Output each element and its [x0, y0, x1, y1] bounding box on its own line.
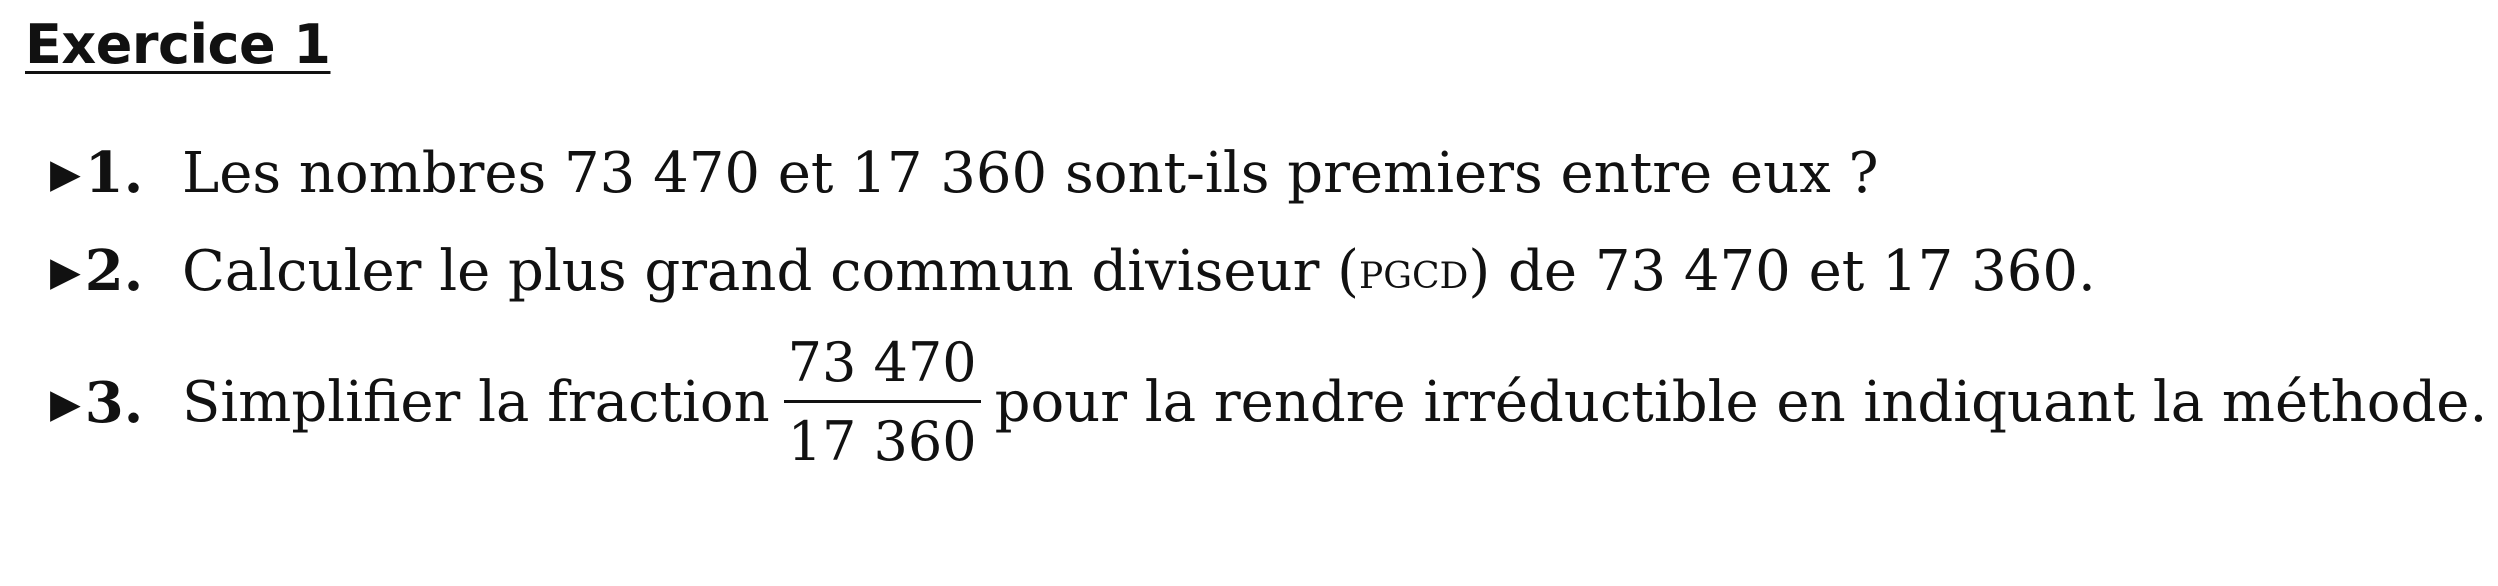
question-number: 2.	[84, 238, 144, 304]
question-3-text-after: pour la rendre irréductible en indiquant…	[994, 370, 2488, 435]
question-3-text-before: Simplifier la fraction	[182, 370, 770, 435]
question-2-marker: ▶ 2.	[50, 238, 182, 304]
question-1: ▶ 1. Les nombres 73 470 et 17 360 sont-i…	[50, 140, 1879, 206]
fraction-denominator: 17 360	[787, 410, 977, 473]
question-1-text: Les nombres 73 470 et 17 360 sont-ils pr…	[182, 140, 1879, 206]
question-3-marker: ▶ 3.	[50, 370, 182, 436]
triangle-bullet-icon: ▶	[50, 380, 81, 427]
triangle-bullet-icon: ▶	[50, 151, 81, 197]
triangle-bullet-icon: ▶	[50, 249, 81, 295]
pgcd-abbreviation: PGCD	[1359, 241, 1469, 301]
exercise-title: Exercice 1	[25, 13, 331, 76]
fraction-numerator: 73 470	[787, 331, 977, 394]
question-number: 3.	[84, 369, 144, 436]
question-3: ▶ 3. Simplifier la fraction 73 470 17 36…	[50, 336, 2487, 469]
fraction: 73 470 17 360	[783, 331, 981, 473]
question-2-text-before: Calculer le plus grand commun diviseur (	[182, 238, 1360, 304]
exercise-page: Exercice 1 ▶ 1. Les nombres 73 470 et 17…	[0, 0, 2498, 586]
question-1-marker: ▶ 1.	[50, 140, 182, 206]
question-2-text-after: ) de 73 470 et 17 360.	[1468, 238, 2096, 304]
question-number: 1.	[84, 140, 144, 206]
question-2: ▶ 2. Calculer le plus grand commun divis…	[50, 238, 2096, 304]
